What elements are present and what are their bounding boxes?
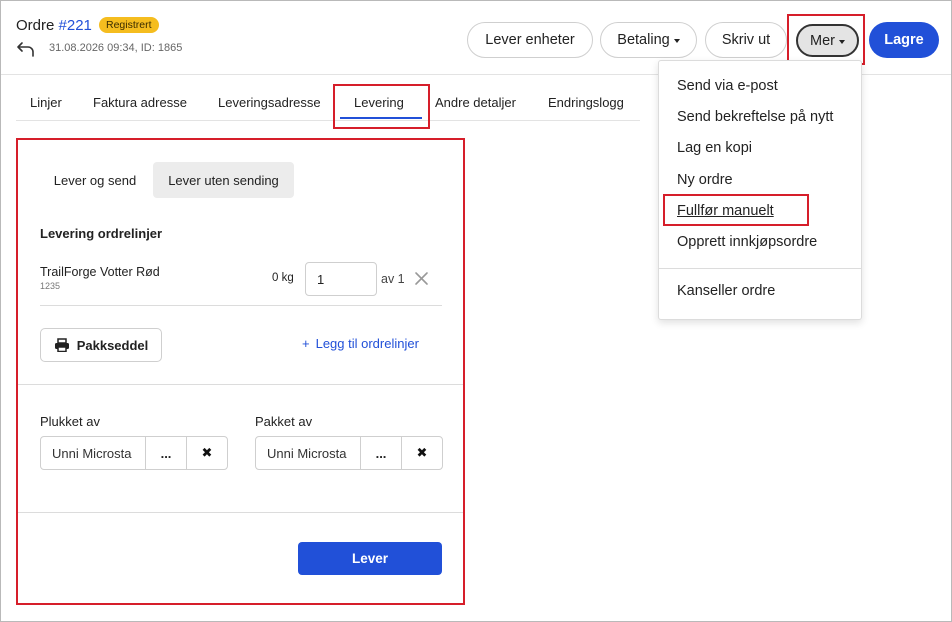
packed-by-label: Pakket av: [255, 414, 313, 429]
highlight-more-button: [787, 14, 865, 65]
line-item-name: TrailForge Votter Rød: [40, 265, 160, 279]
page-title: Ordre #221: [16, 17, 92, 34]
menu-item-cancel-order[interactable]: Kanseller ordre: [677, 283, 775, 299]
segment-deliver-and-send[interactable]: Lever og send: [40, 162, 150, 198]
close-icon[interactable]: [414, 271, 429, 286]
packed-by-input[interactable]: Unni Microsta: [256, 437, 361, 469]
segment-deliver-without-sending[interactable]: Lever uten sending: [153, 162, 294, 198]
more-dropdown-menu: [658, 60, 862, 320]
quantity-input[interactable]: [305, 262, 377, 296]
menu-divider: [659, 268, 861, 269]
status-badge: Registrert: [99, 17, 159, 33]
add-order-lines-label: Legg til ordrelinjer: [315, 336, 419, 351]
order-label: Ordre: [16, 17, 55, 34]
print-label: Skriv ut: [721, 32, 771, 48]
picked-by-more-button[interactable]: ...: [146, 437, 187, 469]
menu-item-new-order[interactable]: Ny ordre: [677, 172, 733, 188]
packed-by-field: Unni Microsta ... ✖: [255, 436, 443, 470]
deliver-button[interactable]: Lever: [298, 542, 442, 575]
tab-other-details[interactable]: Andre detaljer: [435, 95, 516, 110]
tab-invoice-address[interactable]: Faktura adresse: [93, 95, 187, 110]
picked-by-label: Plukket av: [40, 414, 100, 429]
tab-linjer[interactable]: Linjer: [30, 95, 62, 110]
order-number: #221: [58, 17, 92, 34]
save-button[interactable]: Lagre: [869, 22, 939, 58]
line-item-weight: 0 kg: [272, 272, 294, 284]
packing-slip-button[interactable]: Pakkseddel: [40, 328, 162, 362]
line-divider: [40, 305, 442, 306]
picked-by-input[interactable]: Unni Microsta: [41, 437, 146, 469]
packed-by-more-button[interactable]: ...: [361, 437, 402, 469]
highlight-delivery-tab: [333, 84, 430, 129]
menu-item-send-email[interactable]: Send via e-post: [677, 78, 778, 94]
print-button[interactable]: Skriv ut: [705, 22, 787, 58]
menu-item-create-purchase-order[interactable]: Opprett innkjøpsordre: [677, 234, 817, 250]
tab-delivery-address[interactable]: Leveringsadresse: [218, 95, 321, 110]
tab-change-log[interactable]: Endringslogg: [548, 95, 624, 110]
deliver-units-label: Lever enheter: [485, 32, 575, 48]
section-divider: [18, 384, 463, 385]
deliver-label: Lever: [351, 551, 389, 566]
back-arrow-icon[interactable]: [16, 40, 36, 58]
order-meta: 31.08.2026 09:34, ID: 1865: [49, 42, 183, 54]
plus-icon: +: [302, 336, 310, 351]
payment-label: Betaling: [617, 32, 670, 48]
delivery-panel: [16, 138, 465, 605]
menu-item-make-copy[interactable]: Lag en kopi: [677, 140, 752, 156]
packed-by-clear-button[interactable]: ✖: [402, 437, 442, 469]
caret-down-icon: [673, 39, 680, 43]
deliver-units-button[interactable]: Lever enheter: [467, 22, 593, 58]
section-title: Levering ordrelinjer: [40, 226, 163, 241]
footer-divider: [18, 512, 463, 513]
line-item-sku: 1235: [40, 281, 61, 291]
add-order-lines-link[interactable]: + Legg til ordrelinjer: [302, 336, 419, 351]
printer-icon: [54, 338, 69, 352]
packing-slip-label: Pakkseddel: [76, 337, 149, 353]
highlight-complete-manually: [663, 194, 809, 226]
save-label: Lagre: [884, 32, 924, 48]
payment-button[interactable]: Betaling: [600, 22, 697, 58]
picked-by-clear-button[interactable]: ✖: [187, 437, 227, 469]
quantity-total: av 1: [381, 272, 405, 286]
menu-item-resend-confirmation[interactable]: Send bekreftelse på nytt: [677, 109, 833, 125]
picked-by-field: Unni Microsta ... ✖: [40, 436, 228, 470]
